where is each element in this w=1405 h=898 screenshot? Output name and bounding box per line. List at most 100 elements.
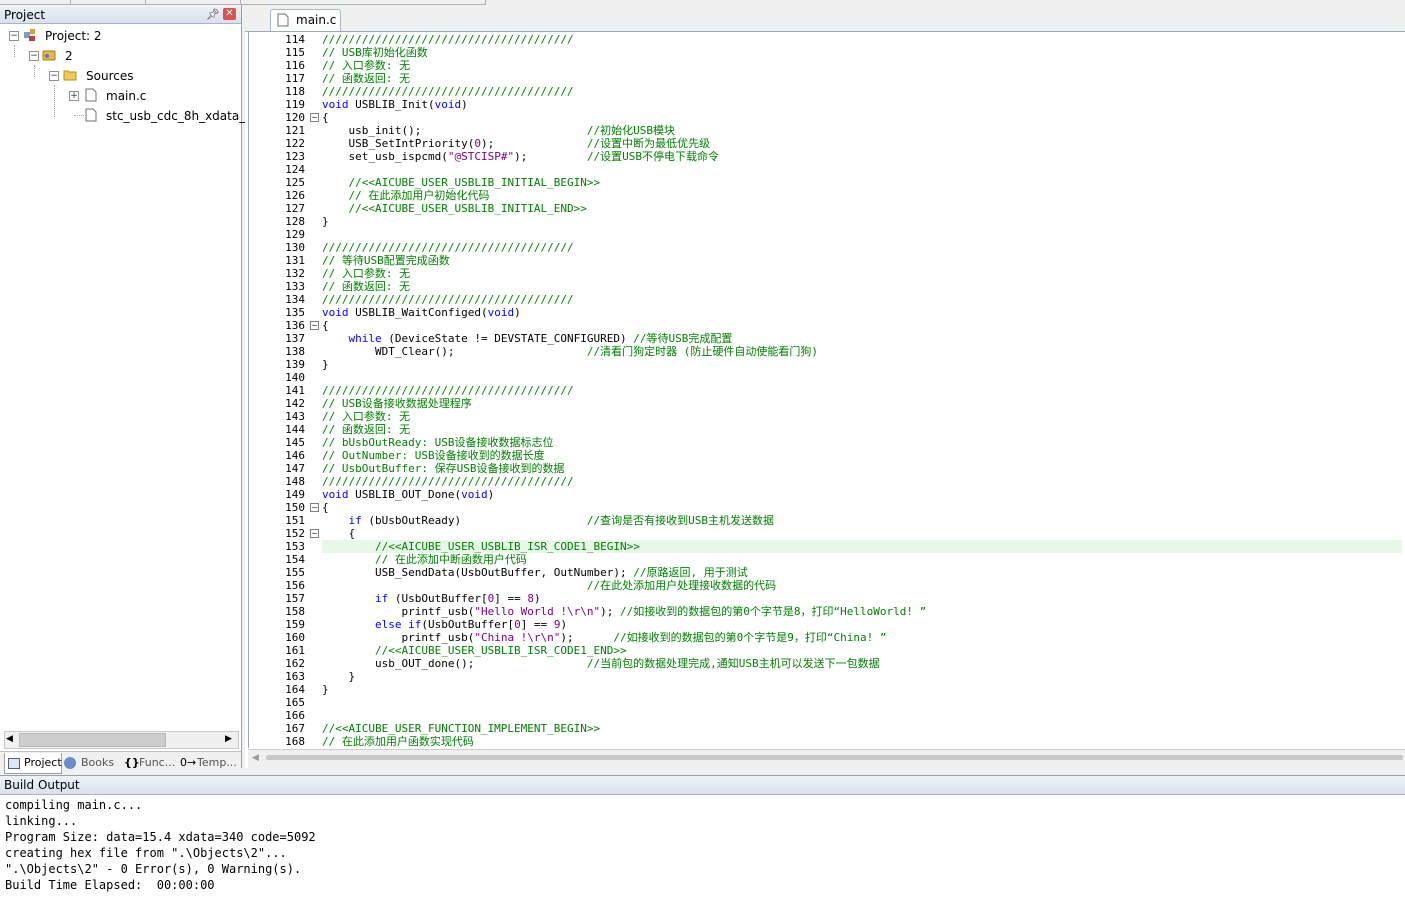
code-line[interactable]: printf_usb("Hello World !\r\n"); //如接收到的… [322, 605, 1402, 618]
line-number: 135 [285, 306, 305, 319]
functions-icon: {} [124, 756, 140, 769]
code-line[interactable]: WDT_Clear(); //清看门狗定时器 (防止硬件自动使能看门狗) [322, 345, 1402, 358]
code-line[interactable]: // 在此添加用户函数实现代码 [322, 735, 1402, 748]
scroll-thumb[interactable] [19, 733, 166, 747]
code-line[interactable]: // 函数返回: 无 [322, 423, 1402, 436]
collapse-icon[interactable]: − [49, 71, 59, 81]
editor-hscrollbar[interactable]: ◀ [248, 749, 1405, 768]
code-line[interactable]: // 函数返回: 无 [322, 280, 1402, 293]
code-line[interactable] [322, 696, 1402, 709]
code-line[interactable]: { [322, 527, 1402, 540]
line-number: 137 [285, 332, 305, 345]
code-line[interactable]: USB_SendData(UsbOutBuffer, OutNumber); /… [322, 566, 1402, 579]
code-line[interactable]: } [322, 683, 1402, 696]
line-number: 120 [285, 111, 305, 124]
code-editor[interactable]: 114 115 116 117 118 119 120−121 122 123 124 125 126… [248, 31, 1405, 748]
code-line[interactable]: void USBLIB_Init(void) [322, 98, 1402, 111]
tab-label: Books [81, 756, 115, 769]
code-line[interactable]: { [322, 501, 1402, 514]
code-line[interactable]: // 在此添加中断函数用户代码 [322, 553, 1402, 566]
code-line[interactable]: // 入口参数: 无 [322, 59, 1402, 72]
code-line[interactable]: ////////////////////////////////////// [322, 33, 1402, 46]
code-line[interactable] [322, 228, 1402, 241]
expand-icon[interactable]: + [69, 91, 79, 101]
code-line[interactable]: if (bUsbOutReady) //查询是否有接收到USB主机发送数据 [322, 514, 1402, 527]
line-number: 164 [285, 683, 305, 696]
code-line[interactable]: // USB库初始化函数 [322, 46, 1402, 59]
code-line[interactable]: // 等待USB配置完成函数 [322, 254, 1402, 267]
code-line[interactable]: ////////////////////////////////////// [322, 85, 1402, 98]
code-line[interactable]: } [322, 215, 1402, 228]
code-line[interactable]: if (UsbOutBuffer[0] == 8) [322, 592, 1402, 605]
scroll-left-icon[interactable]: ◀ [6, 734, 13, 744]
code-line[interactable]: USB_SetIntPriority(0); //设置中断为最低优先级 [322, 137, 1402, 150]
code-line[interactable]: //<<AICUBE_USER_FUNCTION_IMPLEMENT_BEGIN… [322, 722, 1402, 735]
code-line[interactable]: // USB设备接收数据处理程序 [322, 397, 1402, 410]
line-number: 153 [285, 540, 305, 553]
tab-books[interactable]: Books [62, 753, 118, 773]
collapse-icon[interactable]: − [29, 51, 39, 61]
code-line[interactable]: // 入口参数: 无 [322, 267, 1402, 280]
code-line[interactable]: //<<AICUBE_USER_USBLIB_ISR_CODE1_END>> [322, 644, 1402, 657]
line-number: 124 [285, 163, 305, 176]
code-line[interactable]: set_usb_ispcmd("@STCISP#"); //设置USB不停电下载… [322, 150, 1402, 163]
code-line[interactable]: else if(UsbOutBuffer[0] == 9) [322, 618, 1402, 631]
code-line[interactable]: void USBLIB_OUT_Done(void) [322, 488, 1402, 501]
line-number-gutter: 114 115 116 117 118 119 120−121 122 123 124 125 126… [249, 32, 319, 748]
fold-collapse-icon[interactable]: − [310, 321, 319, 330]
scroll-right-icon[interactable]: ▶ [225, 734, 232, 744]
scroll-thumb[interactable] [266, 755, 1403, 760]
line-number: 163 [285, 670, 305, 683]
fold-collapse-icon[interactable]: − [310, 529, 319, 538]
code-line[interactable]: } [322, 358, 1402, 371]
code-line[interactable]: ////////////////////////////////////// [322, 384, 1402, 397]
code-line[interactable]: // 函数返回: 无 [322, 72, 1402, 85]
scroll-left-icon[interactable]: ◀ [252, 753, 259, 763]
code-line[interactable]: //<<AICUBE_USER_USBLIB_ISR_CODE1_BEGIN>> [322, 540, 1402, 553]
code-line[interactable] [322, 371, 1402, 384]
close-icon[interactable]: ✕ [223, 8, 236, 20]
line-number: 148 [285, 475, 305, 488]
build-output-panel: Build Output compiling main.c... linking… [0, 775, 1405, 898]
tab-project[interactable]: Project [4, 753, 62, 774]
code-line[interactable]: // 在此添加用户初始化代码 [322, 189, 1402, 202]
code-line[interactable]: //在此处添加用户处理接收数据的代码 [322, 579, 1402, 592]
fold-collapse-icon[interactable]: − [310, 113, 319, 122]
tab-templates[interactable]: 0→ Temp... [179, 753, 237, 773]
code-line[interactable]: } [322, 670, 1402, 683]
code-line[interactable]: { [322, 111, 1402, 124]
line-number: 150 [285, 501, 305, 514]
code-line[interactable]: usb_OUT_done(); //当前包的数据处理完成,通知USB主机可以发送… [322, 657, 1402, 670]
line-number: 132 [285, 267, 305, 280]
project-hscrollbar[interactable]: ◀ ▶ [4, 731, 239, 749]
code-line[interactable]: //<<AICUBE_USER_USBLIB_INITIAL_END>> [322, 202, 1402, 215]
fold-collapse-icon[interactable]: − [310, 503, 319, 512]
code-line[interactable] [322, 163, 1402, 176]
code-line[interactable]: // UsbOutBuffer: 保存USB设备接收到的数据 [322, 462, 1402, 475]
code-line[interactable]: { [322, 319, 1402, 332]
line-number: 117 [285, 72, 305, 85]
collapse-icon[interactable]: − [9, 31, 19, 41]
code-line[interactable]: ////////////////////////////////////// [322, 475, 1402, 488]
line-number: 122 [285, 137, 305, 150]
code-line[interactable]: ////////////////////////////////////// [322, 293, 1402, 306]
tab-main-c[interactable]: main.c [270, 9, 341, 31]
file-icon [85, 108, 97, 122]
line-number: 136 [285, 319, 305, 332]
line-number: 151 [285, 514, 305, 527]
tree-label: stc_usb_cdc_8h_xdata_bl [106, 109, 257, 123]
tab-label: Project [24, 756, 62, 769]
code-line[interactable]: while (DeviceState != DEVSTATE_CONFIGURE… [322, 332, 1402, 345]
code-line[interactable]: // bUsbOutReady: USB设备接收数据标志位 [322, 436, 1402, 449]
code-line[interactable]: printf_usb("China !\r\n"); //如接收到的数据包的第0… [322, 631, 1402, 644]
code-line[interactable]: //<<AICUBE_USER_USBLIB_INITIAL_BEGIN>> [322, 176, 1402, 189]
code-line[interactable]: // OutNumber: USB设备接收到的数据长度 [322, 449, 1402, 462]
line-number: 158 [285, 605, 305, 618]
code-line[interactable]: void USBLIB_WaitConfiged(void) [322, 306, 1402, 319]
pin-icon[interactable]: 📌︎ [206, 8, 220, 21]
tab-functions[interactable]: {} Func... [121, 753, 177, 773]
code-line[interactable] [322, 709, 1402, 722]
code-line[interactable]: ////////////////////////////////////// [322, 241, 1402, 254]
code-line[interactable]: usb_init(); //初始化USB模块 [322, 124, 1402, 137]
code-line[interactable]: // 入口参数: 无 [322, 410, 1402, 423]
